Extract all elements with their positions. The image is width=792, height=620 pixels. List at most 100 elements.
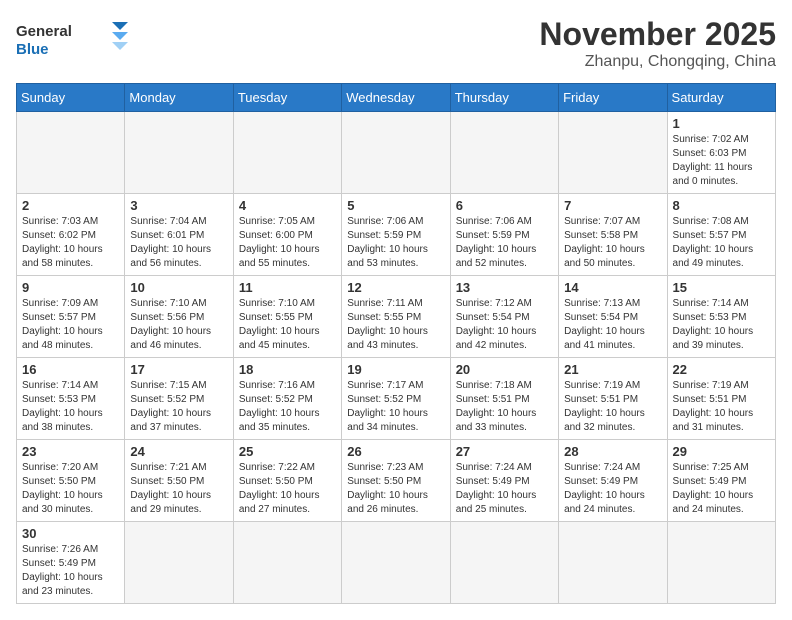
day-number: 21: [564, 362, 661, 377]
calendar-cell: 29Sunrise: 7:25 AM Sunset: 5:49 PM Dayli…: [667, 440, 775, 522]
svg-text:General: General: [16, 23, 72, 40]
calendar-cell: [450, 522, 558, 604]
calendar-cell: 19Sunrise: 7:17 AM Sunset: 5:52 PM Dayli…: [342, 358, 450, 440]
day-info: Sunrise: 7:09 AM Sunset: 5:57 PM Dayligh…: [22, 297, 119, 353]
calendar-cell: 28 Sunrise: 7:24 AM Sunset: 5:49 PM Dayli…: [559, 440, 667, 522]
day-info: Sunrise: 7:07 AM Sunset: 5:58 PM Dayligh…: [564, 215, 661, 271]
day-info: Sunrise: 7:14 AM Sunset: 5:53 PM Dayligh…: [22, 379, 119, 435]
day-number: 5: [347, 198, 444, 213]
logo-svg: General Blue: [16, 16, 136, 64]
day-number: 16: [22, 362, 119, 377]
day-info: Sunrise: 7:12 AM Sunset: 5:54 PM Dayligh…: [456, 297, 553, 353]
day-info: Sunrise: 7:19 AM Sunset: 5:51 PM Dayligh…: [673, 379, 770, 435]
day-info: Sunrise: 7:14 AM Sunset: 5:53 PM Dayligh…: [673, 297, 770, 353]
day-number: 14: [564, 280, 661, 295]
calendar-cell: 8Sunrise: 7:08 AM Sunset: 5:57 PM Daylig…: [667, 194, 775, 276]
day-info: Sunrise: 7:02 AM Sunset: 6:03 PM Dayligh…: [673, 133, 770, 189]
day-number: 4: [239, 198, 336, 213]
day-info: Sunrise: 7:05 AM Sunset: 6:00 PM Dayligh…: [239, 215, 336, 271]
calendar-cell: 16 Sunrise: 7:14 AM Sunset: 5:53 PM Dayli…: [17, 358, 125, 440]
day-number: 15: [673, 280, 770, 295]
day-number: 30: [22, 526, 119, 541]
calendar-cell: [125, 112, 233, 194]
month-title: November 2025: [539, 16, 776, 53]
day-number: 20: [456, 362, 553, 377]
svg-text:Blue: Blue: [16, 41, 49, 58]
day-info: Sunrise: 7:10 AM Sunset: 5:56 PM Dayligh…: [130, 297, 227, 353]
day-info: Sunrise: 7:04 AM Sunset: 6:01 PM Dayligh…: [130, 215, 227, 271]
calendar-table: SundayMondayTuesdayWednesdayThursdayFrid…: [16, 83, 776, 604]
day-info: Sunrise: 7:17 AM Sunset: 5:52 PM Dayligh…: [347, 379, 444, 435]
calendar-cell: 3 Sunrise: 7:04 AM Sunset: 6:01 PM Daylig…: [125, 194, 233, 276]
header-tuesday: Tuesday: [233, 84, 341, 112]
day-info: Sunrise: 7:15 AM Sunset: 5:52 PM Dayligh…: [130, 379, 227, 435]
day-info: Sunrise: 7:13 AM Sunset: 5:54 PM Dayligh…: [564, 297, 661, 353]
day-info: Sunrise: 7:11 AM Sunset: 5:55 PM Dayligh…: [347, 297, 444, 353]
calendar-cell: 21 Sunrise: 7:19 AM Sunset: 5:51 PM Dayli…: [559, 358, 667, 440]
calendar-cell: [559, 522, 667, 604]
calendar-cell: 26Sunrise: 7:23 AM Sunset: 5:50 PM Dayli…: [342, 440, 450, 522]
day-info: Sunrise: 7:16 AM Sunset: 5:52 PM Dayligh…: [239, 379, 336, 435]
day-info: Sunrise: 7:26 AM Sunset: 5:49 PM Dayligh…: [22, 543, 119, 599]
page-header: General Blue November 2025 Zhanpu, Chong…: [16, 16, 776, 71]
day-number: 26: [347, 444, 444, 459]
calendar-cell: [17, 112, 125, 194]
header-saturday: Saturday: [667, 84, 775, 112]
day-number: 17: [130, 362, 227, 377]
calendar-cell: 23 Sunrise: 7:20 AM Sunset: 5:50 PM Dayli…: [17, 440, 125, 522]
day-info: Sunrise: 7:24 AM Sunset: 5:49 PM Dayligh…: [564, 461, 661, 517]
calendar-cell: 22 Sunrise: 7:19 AM Sunset: 5:51 PM Dayli…: [667, 358, 775, 440]
title-area: November 2025 Zhanpu, Chongqing, China: [539, 16, 776, 71]
calendar-cell: [667, 522, 775, 604]
header-friday: Friday: [559, 84, 667, 112]
day-info: Sunrise: 7:06 AM Sunset: 5:59 PM Dayligh…: [347, 215, 444, 271]
day-number: 6: [456, 198, 553, 213]
calendar-cell: 1 Sunrise: 7:02 AM Sunset: 6:03 PM Daylig…: [667, 112, 775, 194]
calendar-cell: 30 Sunrise: 7:26 AM Sunset: 5:49 PM Dayli…: [17, 522, 125, 604]
day-info: Sunrise: 7:19 AM Sunset: 5:51 PM Dayligh…: [564, 379, 661, 435]
calendar-cell: 2 Sunrise: 7:03 AM Sunset: 6:02 PM Daylig…: [17, 194, 125, 276]
calendar-cell: 12 Sunrise: 7:11 AM Sunset: 5:55 PM Dayli…: [342, 276, 450, 358]
day-info: Sunrise: 7:06 AM Sunset: 5:59 PM Dayligh…: [456, 215, 553, 271]
logo: General Blue: [16, 16, 136, 64]
day-number: 9: [22, 280, 119, 295]
day-number: 12: [347, 280, 444, 295]
calendar-cell: [450, 112, 558, 194]
header-monday: Monday: [125, 84, 233, 112]
day-number: 27: [456, 444, 553, 459]
calendar-cell: [233, 522, 341, 604]
day-number: 1: [673, 116, 770, 131]
day-number: 23: [22, 444, 119, 459]
day-info: Sunrise: 7:18 AM Sunset: 5:51 PM Dayligh…: [456, 379, 553, 435]
calendar-cell: [125, 522, 233, 604]
calendar-cell: 24Sunrise: 7:21 AM Sunset: 5:50 PM Dayli…: [125, 440, 233, 522]
day-info: Sunrise: 7:25 AM Sunset: 5:49 PM Dayligh…: [673, 461, 770, 517]
calendar-cell: 11 Sunrise: 7:10 AM Sunset: 5:55 PM Dayli…: [233, 276, 341, 358]
calendar-cell: 25Sunrise: 7:22 AM Sunset: 5:50 PM Dayli…: [233, 440, 341, 522]
day-info: Sunrise: 7:24 AM Sunset: 5:49 PM Dayligh…: [456, 461, 553, 517]
calendar-cell: [342, 522, 450, 604]
day-info: Sunrise: 7:20 AM Sunset: 5:50 PM Dayligh…: [22, 461, 119, 517]
calendar-cell: 17 Sunrise: 7:15 AM Sunset: 5:52 PM Dayli…: [125, 358, 233, 440]
day-number: 2: [22, 198, 119, 213]
calendar-cell: 4 Sunrise: 7:05 AM Sunset: 6:00 PM Daylig…: [233, 194, 341, 276]
calendar-cell: 6 Sunrise: 7:06 AM Sunset: 5:59 PM Daylig…: [450, 194, 558, 276]
header-sunday: Sunday: [17, 84, 125, 112]
day-number: 13: [456, 280, 553, 295]
day-info: Sunrise: 7:10 AM Sunset: 5:55 PM Dayligh…: [239, 297, 336, 353]
day-number: 22: [673, 362, 770, 377]
calendar-cell: 14 Sunrise: 7:13 AM Sunset: 5:54 PM Dayli…: [559, 276, 667, 358]
day-info: Sunrise: 7:03 AM Sunset: 6:02 PM Dayligh…: [22, 215, 119, 271]
day-number: 11: [239, 280, 336, 295]
location-title: Zhanpu, Chongqing, China: [539, 53, 776, 71]
day-number: 8: [673, 198, 770, 213]
header-wednesday: Wednesday: [342, 84, 450, 112]
calendar-cell: [342, 112, 450, 194]
day-number: 24: [130, 444, 227, 459]
day-number: 28: [564, 444, 661, 459]
calendar-cell: [233, 112, 341, 194]
day-number: 3: [130, 198, 227, 213]
calendar-cell: 18Sunrise: 7:16 AM Sunset: 5:52 PM Dayli…: [233, 358, 341, 440]
calendar-cell: 15 Sunrise: 7:14 AM Sunset: 5:53 PM Dayli…: [667, 276, 775, 358]
day-number: 10: [130, 280, 227, 295]
